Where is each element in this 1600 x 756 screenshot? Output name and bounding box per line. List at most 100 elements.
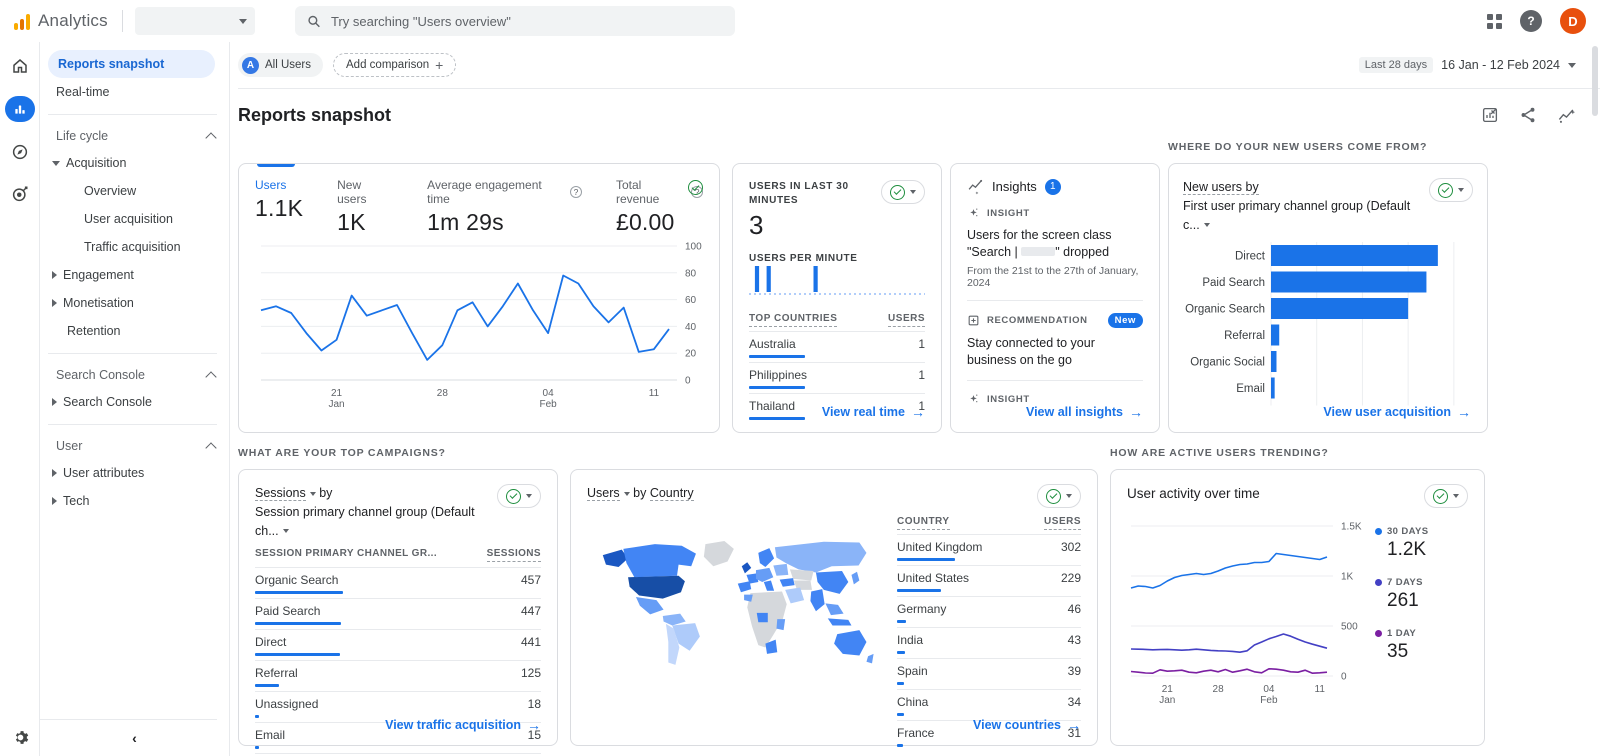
sidebar-subitem[interactable]: Traffic acquisition — [40, 233, 229, 261]
view-real-time-link[interactable]: View real time — [822, 404, 925, 420]
card-status-pill[interactable] — [497, 484, 541, 508]
nav-section-header[interactable]: Search Console — [40, 362, 229, 388]
topbar: Analytics ? D — [0, 0, 1600, 42]
sidebar-item[interactable]: Search Console — [40, 388, 229, 416]
metric-users[interactable]: Users1.1K — [255, 178, 303, 236]
comparison-toolbar: A All Users Add comparison + Last 28 day… — [238, 42, 1600, 82]
property-selector[interactable] — [135, 7, 255, 35]
collapse-nav-button[interactable]: ‹ — [40, 730, 229, 756]
legend-item[interactable]: 1 DAY35 — [1375, 628, 1467, 663]
chevron-down-icon — [624, 492, 630, 496]
view-traffic-acquisition-link[interactable]: View traffic acquisition — [385, 717, 541, 733]
divider — [967, 380, 1143, 381]
sidebar-item[interactable]: Reports snapshot — [48, 50, 215, 78]
collapse-arrow-icon — [52, 299, 57, 307]
top-countries-header[interactable]: TOP COUNTRIES — [749, 313, 837, 327]
sessions-card: Sessions by Session primary channel grou… — [238, 469, 558, 746]
table-row: United States229 — [897, 565, 1081, 596]
comparison-chip[interactable]: A All Users — [238, 53, 323, 77]
svg-text:0: 0 — [1341, 672, 1347, 683]
users-col-header[interactable]: USERS — [1044, 516, 1081, 530]
insights-sparkline-icon[interactable] — [1557, 106, 1576, 125]
help-icon[interactable]: ? — [1520, 10, 1542, 32]
row-value-bar — [897, 651, 905, 654]
advertising-icon[interactable] — [8, 182, 32, 206]
customize-report-icon[interactable] — [1481, 106, 1499, 124]
countries-card-title[interactable]: Users by Country — [587, 484, 694, 503]
legend-dot — [1375, 630, 1382, 637]
collapse-arrow-icon — [52, 271, 57, 279]
sidebar-item[interactable]: Tech — [40, 487, 229, 515]
share-icon[interactable] — [1519, 106, 1537, 124]
country-col-header[interactable]: COUNTRY — [897, 516, 950, 530]
chevron-down-icon — [1066, 494, 1072, 498]
date-range-picker[interactable]: Last 28 days 16 Jan - 12 Feb 2024 — [1359, 57, 1576, 73]
table-row: India43 — [897, 627, 1081, 658]
divider — [40, 719, 217, 720]
nav-section-header[interactable]: Life cycle — [40, 123, 229, 149]
chevron-down-icon — [283, 529, 289, 533]
insights-count-badge: 1 — [1045, 179, 1061, 195]
legend-item[interactable]: 7 DAYS261 — [1375, 577, 1467, 612]
arrow-right-icon — [1067, 717, 1081, 733]
sessions-col-header[interactable]: SESSIONS — [487, 548, 541, 562]
metric-new-users[interactable]: New users1K — [337, 178, 393, 236]
users-line-chart: 02040608010021Jan2804Feb11 — [255, 236, 703, 418]
search-bar[interactable] — [295, 6, 735, 36]
row-value-bar — [897, 713, 904, 716]
new-users-bar-chart: 0100200300400DirectPaid SearchOrganic Se… — [1183, 242, 1473, 414]
row-value-bar — [255, 653, 340, 656]
home-icon[interactable] — [8, 54, 32, 78]
redacted-text — [1021, 247, 1055, 256]
sidebar-item[interactable]: User attributes — [40, 459, 229, 487]
sidebar-item[interactable]: Engagement — [40, 261, 229, 289]
sidebar-subitem[interactable]: Overview — [40, 177, 229, 205]
table-row: Spain39 — [897, 658, 1081, 689]
section-label-spacer — [950, 141, 1168, 163]
avatar[interactable]: D — [1560, 8, 1586, 34]
collapse-arrow-icon — [52, 469, 57, 477]
row-value-bar — [255, 622, 341, 625]
sidebar-item[interactable]: Monetisation — [40, 289, 229, 317]
card-status-pill[interactable] — [1037, 484, 1081, 508]
nav-section-header[interactable]: User — [40, 433, 229, 459]
view-user-acquisition-link[interactable]: View user acquisition — [1323, 404, 1471, 420]
add-comparison-button[interactable]: Add comparison + — [333, 53, 456, 77]
svg-text:11: 11 — [1315, 684, 1326, 695]
card-status-pill[interactable] — [1424, 484, 1468, 508]
channel-col-header[interactable]: SESSION PRIMARY CHANNEL GR... — [255, 548, 437, 562]
check-icon — [1433, 489, 1448, 504]
search-input[interactable] — [331, 14, 723, 29]
table-row: Organic Search457 — [255, 567, 541, 598]
overview-card: Users1.1K New users1K Average engagement t… — [238, 163, 720, 433]
section-label-campaigns: WHAT ARE YOUR TOP CAMPAIGNS? — [238, 447, 570, 469]
admin-gear-icon[interactable] — [0, 729, 40, 746]
apps-grid-icon[interactable] — [1487, 14, 1502, 29]
divider — [122, 10, 123, 32]
svg-text:Direct: Direct — [1235, 251, 1266, 263]
realtime-status-pill[interactable] — [881, 180, 925, 204]
metric-average-engagement-time[interactable]: Average engagement time 1m 29s — [427, 178, 582, 236]
legend-item[interactable]: 30 DAYS1.2K — [1375, 526, 1467, 561]
explore-icon[interactable] — [8, 140, 32, 164]
sessions-card-title[interactable]: Sessions by Session primary channel grou… — [255, 484, 497, 540]
sidebar-subitem[interactable]: User acquisition — [40, 205, 229, 233]
users-header[interactable]: USERS — [888, 313, 925, 327]
sidebar-item[interactable]: Real-time — [40, 78, 229, 106]
row-value-bar — [255, 715, 259, 718]
view-countries-link[interactable]: View countries — [973, 717, 1081, 733]
new-users-card-title[interactable]: New users by First user primary channel … — [1183, 178, 1429, 234]
scrollbar[interactable] — [1592, 46, 1598, 116]
expand-arrow-icon — [52, 161, 60, 166]
icon-rail — [0, 42, 40, 756]
sidebar-item[interactable]: Retention — [40, 317, 229, 345]
data-quality-check-icon[interactable] — [688, 180, 703, 195]
reports-icon[interactable] — [5, 96, 35, 122]
insight-item[interactable]: RECOMMENDATIONNewStay connected to your … — [967, 313, 1143, 369]
chevron-down-icon — [310, 492, 316, 496]
insight-item[interactable]: INSIGHTUsers for the screen class "Searc… — [967, 207, 1143, 289]
view-all-insights-link[interactable]: View all insights — [1026, 404, 1143, 420]
brand[interactable]: Analytics — [14, 11, 108, 31]
sidebar-item[interactable]: Acquisition — [40, 149, 229, 177]
card-status-pill[interactable] — [1429, 178, 1473, 202]
